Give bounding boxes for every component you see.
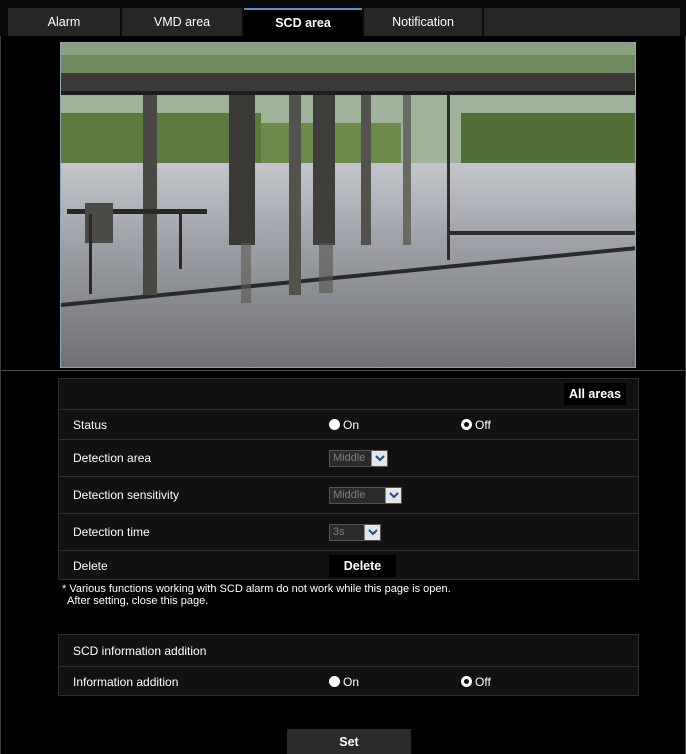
detection-time-row: Detection time 3s: [59, 513, 638, 550]
delete-button[interactable]: Delete: [329, 554, 396, 577]
detection-area-select[interactable]: Middle: [329, 449, 388, 467]
status-label: Status: [73, 417, 108, 432]
tab-scd-area[interactable]: SCD area: [244, 8, 362, 36]
detection-sensitivity-row: Detection sensitivity Middle: [59, 476, 638, 513]
delete-value: Delete: [329, 554, 396, 577]
delete-row: Delete Delete: [59, 550, 638, 580]
tab-bar: Alarm VMD area SCD area Notification: [0, 0, 686, 36]
detection-area-row: Detection area Middle: [59, 439, 638, 476]
detection-area-value: Middle: [329, 449, 388, 467]
set-button[interactable]: Set: [287, 729, 411, 754]
scd-settings-panel: All areas Status On Off Detection area M…: [58, 378, 639, 580]
info-addition-options: On Off: [329, 675, 491, 689]
tab-notification[interactable]: Notification: [364, 8, 482, 36]
chevron-down-icon: [385, 487, 401, 503]
camera-image[interactable]: [60, 42, 636, 368]
section-divider: [0, 370, 686, 371]
chevron-down-icon: [371, 450, 387, 466]
status-on-radio[interactable]: On: [329, 418, 359, 432]
info-addition-on-radio[interactable]: On: [329, 675, 359, 689]
tab-vmd-area[interactable]: VMD area: [122, 8, 242, 36]
info-addition-label: Information addition: [73, 674, 179, 689]
tab-bar-filler: [484, 8, 680, 36]
info-addition-panel: SCD information addition Information add…: [58, 634, 639, 696]
info-addition-off-radio[interactable]: Off: [461, 675, 491, 689]
detection-sensitivity-value: Middle: [329, 486, 402, 504]
chevron-down-icon: [364, 524, 380, 540]
detection-time-value: 3s: [329, 523, 381, 541]
radio-unselected-icon: [329, 419, 340, 430]
radio-unselected-icon: [329, 676, 340, 687]
info-addition-section-title: SCD information addition: [73, 644, 207, 658]
radio-selected-icon: [461, 676, 473, 687]
info-addition-row: Information addition On Off: [59, 666, 638, 696]
status-off-radio[interactable]: Off: [461, 418, 491, 432]
camera-scene: [61, 43, 635, 367]
tab-alarm[interactable]: Alarm: [8, 8, 120, 36]
detection-sensitivity-select[interactable]: Middle: [329, 486, 402, 504]
all-areas-button[interactable]: All areas: [564, 383, 626, 405]
status-options: On Off: [329, 418, 491, 432]
delete-label: Delete: [73, 558, 108, 573]
status-row: Status On Off: [59, 409, 638, 439]
warning-note-line2: After setting, close this page.: [67, 595, 209, 607]
warning-note: * Various functions working with SCD ala…: [62, 583, 451, 607]
radio-selected-icon: [461, 419, 473, 430]
detection-sensitivity-label: Detection sensitivity: [73, 488, 180, 502]
warning-note-line1: * Various functions working with SCD ala…: [62, 583, 451, 595]
detection-time-select[interactable]: 3s: [329, 523, 381, 541]
detection-area-label: Detection area: [73, 451, 152, 465]
detection-time-label: Detection time: [73, 525, 150, 539]
